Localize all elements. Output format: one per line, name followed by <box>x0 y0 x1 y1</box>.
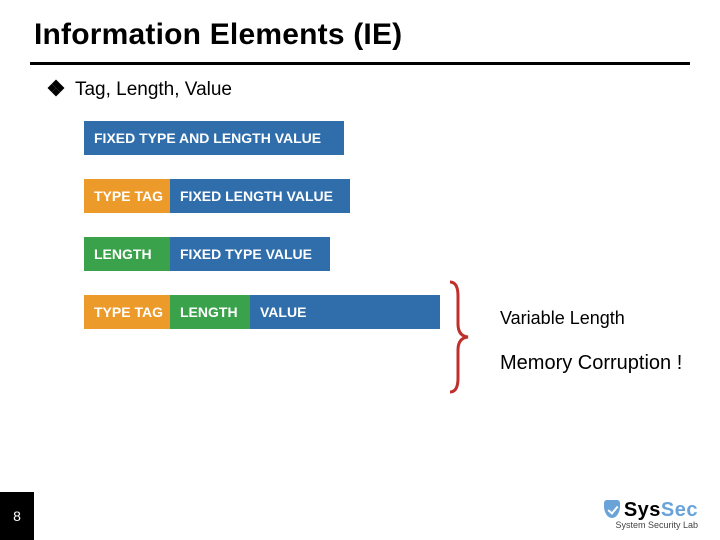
subtitle-text: Tag, Length, Value <box>75 79 232 100</box>
row-typetag-fixedlengthvalue: TYPE TAG FIXED LENGTH VALUE <box>84 179 720 213</box>
page-number: 8 <box>0 492 34 540</box>
row-fixed-type-length-value: FIXED TYPE AND LENGTH VALUE <box>84 121 720 155</box>
logo-subtext: System Security Lab <box>604 520 698 530</box>
shield-icon <box>604 500 620 518</box>
cell-type-tag-2: TYPE TAG <box>84 295 170 329</box>
side-annotations: Variable Length Memory Corruption ! <box>500 308 710 376</box>
logo-sys: Sys <box>624 499 661 521</box>
cell-length-2: LENGTH <box>170 295 250 329</box>
cell-type-tag: TYPE TAG <box>84 179 170 213</box>
slide-title: Information Elements (IE) <box>34 18 686 52</box>
memory-corruption-label: Memory Corruption ! <box>500 351 710 376</box>
cell-length: LENGTH <box>84 237 170 271</box>
row-length-fixedtypevalue: LENGTH FIXED TYPE VALUE <box>84 237 720 271</box>
logo-sec: Sec <box>661 499 698 521</box>
cell-value: VALUE <box>250 295 440 329</box>
variable-length-label: Variable Length <box>500 308 710 329</box>
logo-brand: SysSec <box>604 499 698 522</box>
brace-icon <box>444 278 474 396</box>
syssec-logo: SysSec System Security Lab <box>604 499 698 530</box>
cell-fixed-type-value: FIXED TYPE VALUE <box>170 237 330 271</box>
ie-diagram: FIXED TYPE AND LENGTH VALUE TYPE TAG FIX… <box>0 101 720 329</box>
cell-fixed-length-value: FIXED LENGTH VALUE <box>170 179 350 213</box>
subtitle-line: Tag, Length, Value <box>0 65 720 101</box>
cell-fixed-tlv: FIXED TYPE AND LENGTH VALUE <box>84 121 344 155</box>
bullet-diamond-icon <box>48 80 65 97</box>
